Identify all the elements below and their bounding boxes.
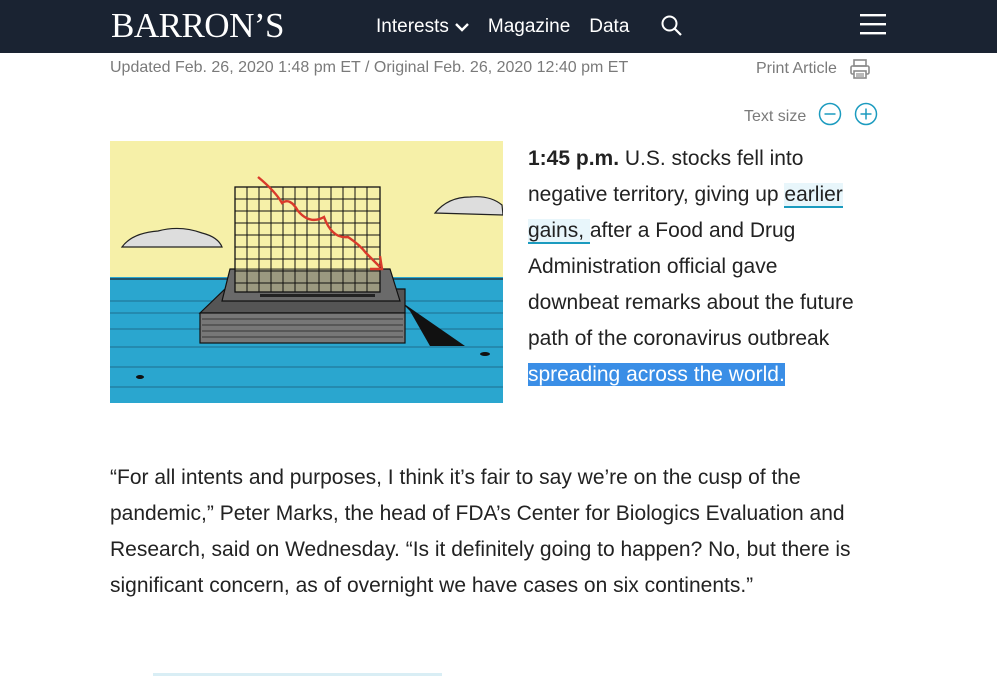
increase-text-size-icon[interactable] bbox=[854, 102, 878, 131]
article-dateline: Updated Feb. 26, 2020 1:48 pm ET / Origi… bbox=[110, 59, 629, 76]
nav-item-label: Interests bbox=[376, 16, 449, 37]
text-size-label: Text size bbox=[744, 107, 807, 125]
main-nav: Interests Magazine Data bbox=[376, 0, 648, 53]
print-article-label: Print Article bbox=[756, 60, 837, 77]
timestamp: 1:45 p.m. bbox=[528, 147, 620, 170]
search-icon[interactable] bbox=[660, 14, 684, 38]
hamburger-menu-icon[interactable] bbox=[860, 12, 886, 36]
printer-icon bbox=[850, 59, 870, 79]
chevron-down-icon bbox=[455, 0, 469, 53]
nav-item-data[interactable]: Data bbox=[589, 0, 629, 53]
decrease-text-size-icon[interactable] bbox=[818, 102, 842, 131]
print-article-button[interactable]: Print Article bbox=[756, 58, 871, 80]
nav-item-magazine[interactable]: Magazine bbox=[488, 0, 570, 53]
selected-text: spreading across the world. bbox=[528, 363, 785, 386]
article-illustration bbox=[110, 141, 503, 403]
quote-paragraph: “For all intents and purposes, I think i… bbox=[110, 466, 851, 597]
article-lead-paragraph: 1:45 p.m. U.S. stocks fell into negative… bbox=[528, 141, 858, 393]
divider bbox=[153, 673, 442, 676]
text-size-control: Text size bbox=[744, 102, 878, 131]
nav-item-label: Magazine bbox=[487, 16, 571, 37]
nav-item-interests[interactable]: Interests bbox=[376, 0, 469, 53]
top-navigation-bar: BARRON’S Interests Magazine Data bbox=[0, 0, 997, 53]
barrons-logo[interactable]: BARRON’S bbox=[111, 6, 284, 46]
nav-item-label: Data bbox=[589, 16, 630, 37]
